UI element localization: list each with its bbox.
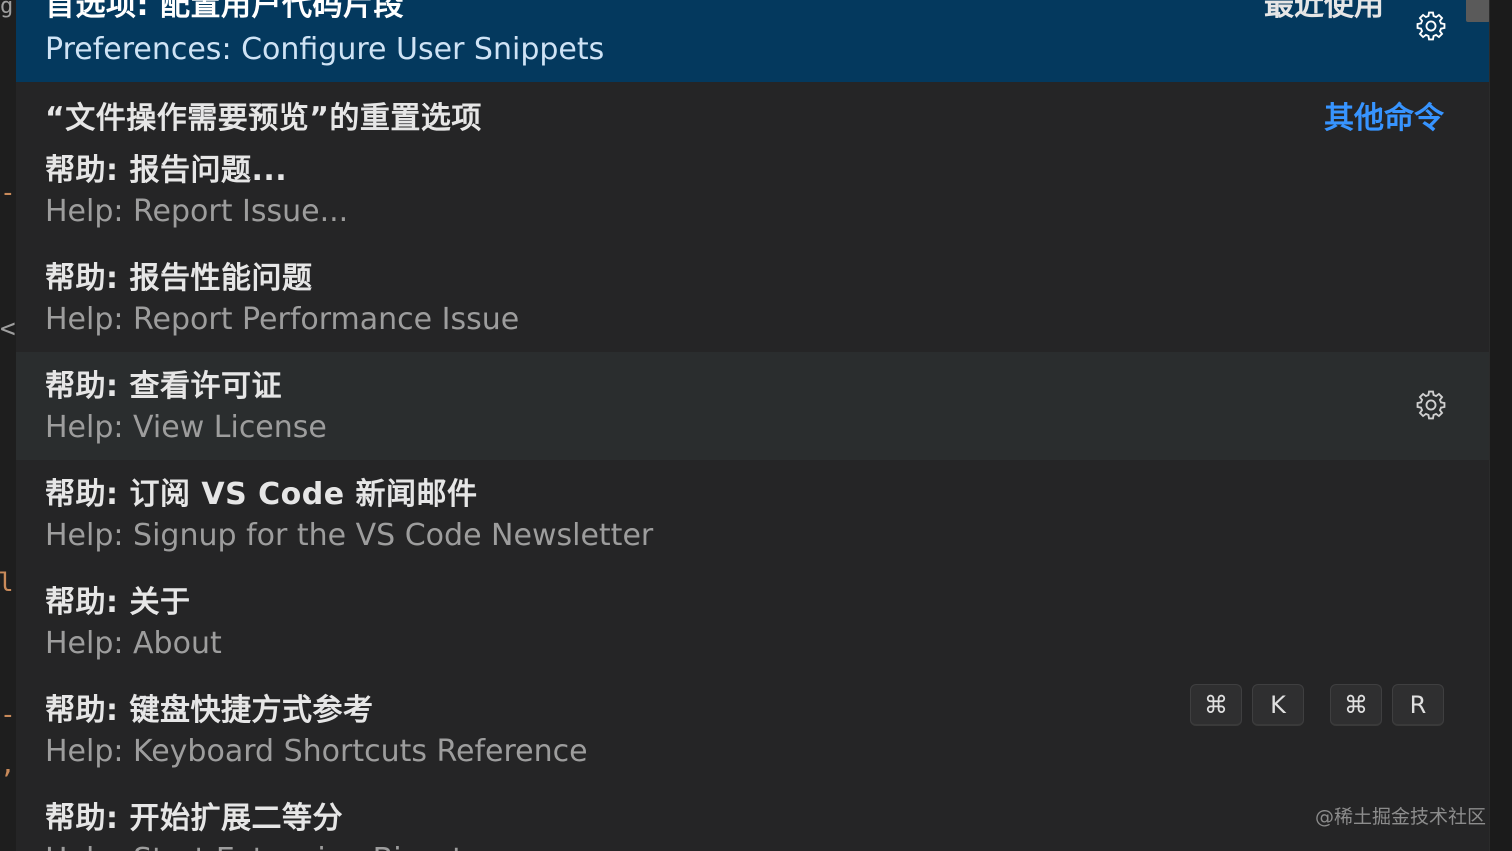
watermark: @稀土掘金技术社区 [1314, 806, 1486, 828]
scrollbar-thumb[interactable] [1466, 0, 1490, 22]
item-label: “文件操作需要预览”的重置选项 [45, 101, 482, 136]
item-description: Help: About [45, 626, 222, 661]
item-label: 帮助: 订阅 VS Code 新闻邮件 [45, 477, 478, 512]
item-description: Help: Signup for the VS Code Newsletter [45, 518, 654, 553]
key-cmd: ⌘ [1190, 684, 1242, 726]
group-label-other-commands: 其他命令 [1324, 101, 1444, 136]
list-item-keyboard-shortcuts-reference[interactable]: 帮助: 键盘快捷方式参考 Help: Keyboard Shortcuts Re… [16, 676, 1490, 784]
keybinding-label: ⌘ K ⌘ R [1190, 684, 1444, 726]
editor-background-strip: g - < l - , [0, 0, 16, 851]
list-item-about[interactable]: 帮助: 关于 Help: About [16, 568, 1490, 676]
gear-icon[interactable] [1414, 9, 1448, 43]
item-description: Help: Start Extension Bisect [45, 842, 464, 851]
list-item-start-extension-bisect[interactable]: 帮助: 开始扩展二等分 Help: Start Extension Bisect [16, 784, 1490, 851]
key-cmd: ⌘ [1330, 684, 1382, 726]
item-description: Preferences: Configure User Snippets [45, 32, 605, 67]
list-item-signup-newsletter[interactable]: 帮助: 订阅 VS Code 新闻邮件 Help: Signup for the… [16, 460, 1490, 568]
quick-pick-list: 首选项: 配置用户代码片段 Preferences: Configure Use… [16, 0, 1490, 851]
item-description: Help: Report Performance Issue [45, 302, 520, 337]
group-label-recently-used: 最近使用 [1264, 0, 1384, 23]
item-label: 帮助: 键盘快捷方式参考 [45, 693, 374, 728]
item-label: 帮助: 关于 [45, 585, 191, 620]
key-r: R [1392, 684, 1444, 726]
item-label: 帮助: 查看许可证 [45, 369, 282, 404]
gear-icon[interactable] [1414, 388, 1448, 422]
list-item-reset-preview-options[interactable]: “文件操作需要预览”的重置选项 其他命令 [16, 84, 1490, 136]
item-label: 帮助: 报告性能问题 [45, 261, 313, 296]
item-label: 帮助: 开始扩展二等分 [45, 801, 343, 836]
item-description: Help: Keyboard Shortcuts Reference [45, 734, 588, 769]
item-label: 帮助: 报告问题... [45, 153, 288, 188]
item-label: 首选项: 配置用户代码片段 [45, 0, 404, 23]
item-description: Help: Report Issue... [45, 194, 349, 229]
list-item-view-license[interactable]: 帮助: 查看许可证 Help: View License [16, 352, 1490, 460]
list-item-report-issue[interactable]: 帮助: 报告问题... Help: Report Issue... [16, 136, 1490, 244]
list-item-report-performance-issue[interactable]: 帮助: 报告性能问题 Help: Report Performance Issu… [16, 244, 1490, 352]
command-palette-screenshot: g - < l - , 首选项: 配置用户代码片段 Preferences: C… [0, 0, 1512, 851]
key-k: K [1252, 684, 1304, 726]
editor-right-strip [1489, 0, 1512, 851]
item-description: Help: View License [45, 410, 327, 445]
list-item-configure-user-snippets[interactable]: 首选项: 配置用户代码片段 Preferences: Configure Use… [16, 0, 1490, 82]
